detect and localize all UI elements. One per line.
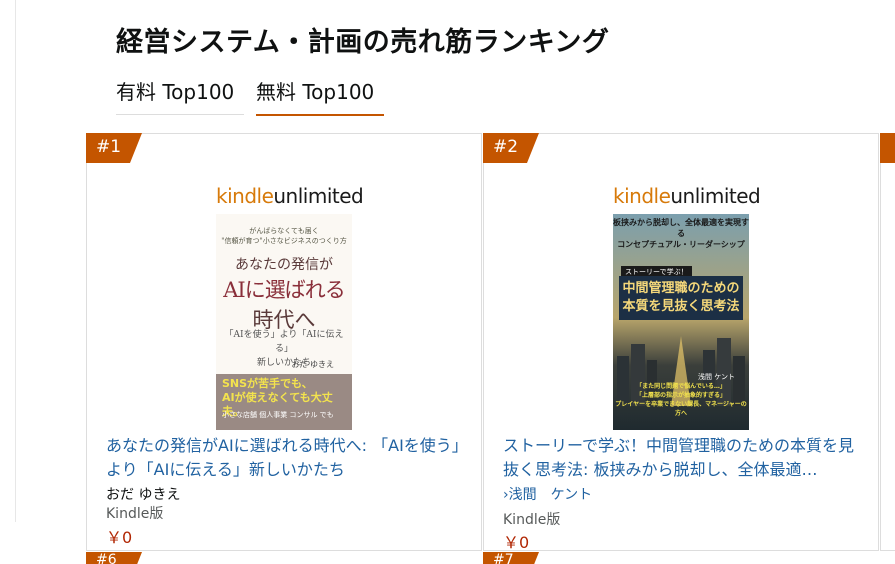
product-card[interactable]: #2 kindleunlimited 板挟みから脱却し、全体最適を実現する コンセ…	[483, 133, 879, 552]
rank-badge	[880, 133, 895, 163]
cover-title: 中間管理職のための 本質を見抜く思考法	[619, 276, 743, 320]
kindle-unlimited-logo: kindleunlimited	[216, 184, 364, 208]
cover-blurb: 「また同じ問題で悩んでいる…」 「上層部の指示が抽象的すぎる」 プレイヤーを卒業でき…	[615, 383, 747, 417]
cover-author: おだ ゆきえ	[291, 360, 334, 369]
cover-subtitle: がんばらなくても届く "信頼が育つ"小さなビジネスのつくり方	[221, 227, 347, 245]
rank-number: #6	[96, 552, 117, 564]
rank-number: #1	[96, 137, 122, 157]
book-price: ￥0	[106, 528, 133, 547]
book-title-link[interactable]: ストーリーで学ぶ！中間管理職のための本質を見抜く思考法: 板挟みから脱却し、全体…	[503, 434, 869, 482]
book-price: ￥0	[503, 533, 530, 552]
book-cover-link[interactable]: kindleunlimited 板挟みから脱却し、全体最適を実現する コンセプチュ…	[613, 184, 761, 432]
cover-subtitle: 板挟みから脱却し、全体最適を実現する コンセプチュアル・リーダーシップ	[613, 218, 749, 249]
book-title-link[interactable]: あなたの発信がAIに選ばれる時代へ: 「AIを使う」より「AIに伝える」新しいか…	[106, 434, 472, 482]
book-format: Kindle版	[503, 512, 561, 528]
product-card-partial[interactable]	[880, 133, 895, 551]
book-author: おだ ゆきえ	[106, 487, 181, 503]
cover-band-tags: 小さな店舗 個人事業 コンサル でも	[222, 411, 334, 419]
rank-number: #7	[493, 552, 514, 564]
tab-paid-top100[interactable]: 有料 Top100	[116, 78, 244, 115]
cover-title: あなたの発信が AIに選ばれる 時代へ	[223, 257, 345, 332]
book-cover-image: がんばらなくても届く "信頼が育つ"小さなビジネスのつくり方 あなたの発信が AI…	[216, 214, 352, 430]
rank-badge-next: #6	[86, 552, 142, 564]
rank-number: #2	[493, 137, 519, 157]
rank-badge-shape	[880, 133, 895, 163]
book-cover-image: 板挟みから脱却し、全体最適を実現する コンセプチュアル・リーダーシップ ストーリー…	[613, 214, 749, 430]
kindle-unlimited-logo: kindleunlimited	[613, 184, 761, 208]
left-divider	[15, 0, 16, 522]
rank-badge: #2	[483, 133, 539, 163]
page-title: 経営システム・計画の売れ筋ランキング	[116, 27, 610, 58]
rank-badge: #1	[86, 133, 142, 163]
book-cover-link[interactable]: kindleunlimited がんばらなくても届く "信頼が育つ"小さなビジネス…	[216, 184, 364, 432]
book-format: Kindle版	[106, 506, 164, 522]
product-card[interactable]: #1 kindleunlimited がんばらなくても届く "信頼が育つ"小さなビ…	[86, 133, 482, 551]
rank-badge-next: #7	[483, 552, 539, 564]
tab-free-top100[interactable]: 無料 Top100	[256, 78, 384, 116]
book-author-link[interactable]: ›浅間 ケント	[503, 484, 592, 504]
cover-author: 浅間 ケント	[697, 373, 735, 381]
